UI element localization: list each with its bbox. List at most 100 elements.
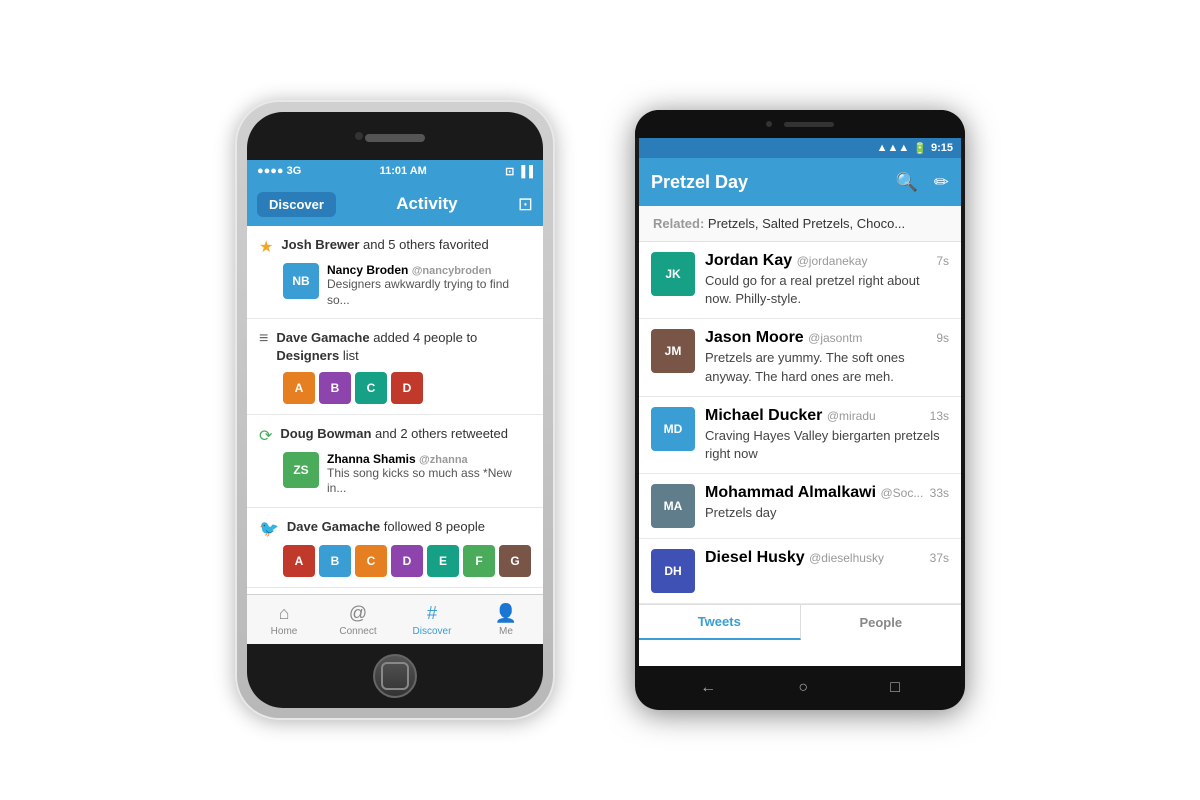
discover-icon: # <box>427 603 437 624</box>
iphone-feed: ★ Josh Brewer and 5 others favorited NB … <box>247 226 543 594</box>
tab-people-label: People <box>859 615 902 630</box>
tweet-header-jordan: Jordan Kay @jordanekay 7s <box>705 252 949 270</box>
tweet-content-diesel: Diesel Husky @dieselhusky 37s <box>705 549 949 569</box>
avatar-placeholder: NB <box>283 263 319 299</box>
tweet-name-retweet: Zhanna Shamis @zhanna <box>327 452 531 466</box>
connect-icon: @ <box>349 603 367 624</box>
tweet-time-diesel: 37s <box>930 551 949 565</box>
tab-connect-label: Connect <box>339 626 376 637</box>
tweet-text-retweet: This song kicks so much ass *New in... <box>327 466 531 497</box>
tweet-time-jason: 9s <box>936 331 949 345</box>
tweet-handle: @nancybroden <box>412 265 492 277</box>
tab-discover[interactable]: # Discover <box>395 595 469 644</box>
iphone-inner: ●●●● 3G 11:01 AM ⊡ ▐▐ Discover Activity … <box>247 112 543 708</box>
feed-avatars-follow: A B C D E F G <box>259 545 531 577</box>
tweet-avatar-retweet: ZS <box>283 452 319 488</box>
tab-me[interactable]: 👤 Me <box>469 595 543 644</box>
feed-item-header-list: ≡ Dave Gamache added 4 people to Designe… <box>259 329 531 365</box>
devices-container: ●●●● 3G 11:01 AM ⊡ ▐▐ Discover Activity … <box>235 100 965 720</box>
tab-tweets[interactable]: Tweets <box>639 605 801 640</box>
mini-avatar: G <box>499 545 531 577</box>
iphone-status-bar: ●●●● 3G 11:01 AM ⊡ ▐▐ <box>247 160 543 182</box>
tweet-handle-jordan: @jordanekay <box>797 254 868 268</box>
tweet-handle-retweet: @zhanna <box>419 454 468 466</box>
android-camera <box>766 121 772 127</box>
android-nav-bar: Pretzel Day 🔍 ✏ <box>639 158 961 206</box>
feed-text-follow: Dave Gamache followed 8 people <box>287 518 485 536</box>
tab-people[interactable]: People <box>801 605 962 640</box>
mini-avatar: D <box>391 545 423 577</box>
mini-avatar: A <box>283 545 315 577</box>
tweet-row-michael[interactable]: MD Michael Ducker @miradu 13s Craving Ha… <box>639 397 961 474</box>
clock: 11:01 AM <box>380 165 427 177</box>
feed-text-retweet: Doug Bowman and 2 others retweeted <box>280 425 508 443</box>
android-status-bar: ▲▲▲ 🔋 9:15 <box>639 138 961 158</box>
feed-item-header-follow: 🐦 Dave Gamache followed 8 people <box>259 518 531 539</box>
feed-item-header: ★ Josh Brewer and 5 others favorited <box>259 236 531 257</box>
battery-indicator: ⊡ ▐▐ <box>505 165 533 178</box>
discover-button[interactable]: Discover <box>257 192 336 217</box>
iphone-screen: ●●●● 3G 11:01 AM ⊡ ▐▐ Discover Activity … <box>247 160 543 644</box>
activity-title: Activity <box>336 194 518 214</box>
tweet-text-jason: Pretzels are yummy. The soft ones anyway… <box>705 349 949 385</box>
avatar-diesel: DH <box>651 549 695 593</box>
back-button[interactable]: ← <box>700 679 716 697</box>
tweet-name-diesel: Diesel Husky @dieselhusky <box>705 549 884 567</box>
tweet-avatar: NB <box>283 263 319 299</box>
tweet-name-jordan: Jordan Kay @jordanekay <box>705 252 867 270</box>
retweet-icon: ⟳ <box>259 426 272 446</box>
tweet-content-retweet: Zhanna Shamis @zhanna This song kicks so… <box>327 452 531 497</box>
feed-item-favorited: ★ Josh Brewer and 5 others favorited NB … <box>247 226 543 319</box>
tab-discover-label: Discover <box>413 626 452 637</box>
tweet-row-jason[interactable]: JM Jason Moore @jasontm 9s Pretzels are … <box>639 319 961 396</box>
tweet-handle-jason: @jasontm <box>808 331 862 345</box>
tweet-content-jason: Jason Moore @jasontm 9s Pretzels are yum… <box>705 329 949 385</box>
feed-item-retweet: ⟳ Doug Bowman and 2 others retweeted ZS … <box>247 415 543 508</box>
feed-item-list: ≡ Dave Gamache added 4 people to Designe… <box>247 319 543 414</box>
mini-avatar: C <box>355 372 387 404</box>
tweet-name: Nancy Broden @nancybroden <box>327 263 531 277</box>
android-nav-icons: 🔍 ✏ <box>895 172 949 193</box>
tweet-time-jordan: 7s <box>936 254 949 268</box>
tab-me-label: Me <box>499 626 513 637</box>
feed-item-header-retweet: ⟳ Doug Bowman and 2 others retweeted <box>259 425 531 446</box>
tweet-row-mohammad[interactable]: MA Mohammad Almalkawi @Soc... 33s Pretze… <box>639 474 961 539</box>
android-device: ▲▲▲ 🔋 9:15 Pretzel Day 🔍 ✏ Related: Pret… <box>635 110 965 710</box>
tweet-time-michael: 13s <box>930 409 949 423</box>
tweet-handle-mohammad: @Soc... <box>880 486 923 500</box>
android-feed: Related: Pretzels, Salted Pretzels, Choc… <box>639 206 961 666</box>
home-button-inner <box>381 662 409 690</box>
tab-connect[interactable]: @ Connect <box>321 595 395 644</box>
feed-item-follow: 🐦 Dave Gamache followed 8 people A B C D… <box>247 508 543 588</box>
iphone-speaker <box>365 134 425 142</box>
tweet-text: Designers awkwardly trying to find so... <box>327 277 531 308</box>
tweet-content-michael: Michael Ducker @miradu 13s Craving Hayes… <box>705 407 949 463</box>
tweet-name-michael: Michael Ducker @miradu <box>705 407 876 425</box>
android-app-title: Pretzel Day <box>651 172 748 193</box>
tab-home-label: Home <box>271 626 298 637</box>
tweet-row-jordan[interactable]: JK Jordan Kay @jordanekay 7s Could go fo… <box>639 242 961 319</box>
android-speaker <box>784 122 834 127</box>
feed-text-favorited: Josh Brewer and 5 others favorited <box>281 236 488 254</box>
mini-avatar: F <box>463 545 495 577</box>
mini-avatar: A <box>283 372 315 404</box>
iphone-home-button[interactable] <box>373 654 417 698</box>
tweet-time-mohammad: 33s <box>930 486 949 500</box>
android-top-bezel <box>635 110 965 138</box>
me-icon: 👤 <box>495 603 517 624</box>
android-compose-icon[interactable]: ✏ <box>934 172 949 193</box>
tweet-text-mohammad: Pretzels day <box>705 504 949 522</box>
tab-home[interactable]: ⌂ Home <box>247 595 321 644</box>
recent-apps-button[interactable]: □ <box>890 679 900 697</box>
android-signal: ▲▲▲ <box>877 142 910 154</box>
android-search-icon[interactable]: 🔍 <box>895 172 917 193</box>
avatar-mohammad: MA <box>651 484 695 528</box>
tweet-name-jason: Jason Moore @jasontm <box>705 329 862 347</box>
tweet-header-michael: Michael Ducker @miradu 13s <box>705 407 949 425</box>
tweet-row-diesel[interactable]: DH Diesel Husky @dieselhusky 37s <box>639 539 961 604</box>
home-button[interactable]: ○ <box>798 679 808 697</box>
avatar-placeholder: ZS <box>283 452 319 488</box>
compose-icon[interactable]: ⊡ <box>518 194 533 215</box>
iphone-device: ●●●● 3G 11:01 AM ⊡ ▐▐ Discover Activity … <box>235 100 555 720</box>
feed-tweet-row: NB Nancy Broden @nancybroden Designers a… <box>259 263 531 308</box>
